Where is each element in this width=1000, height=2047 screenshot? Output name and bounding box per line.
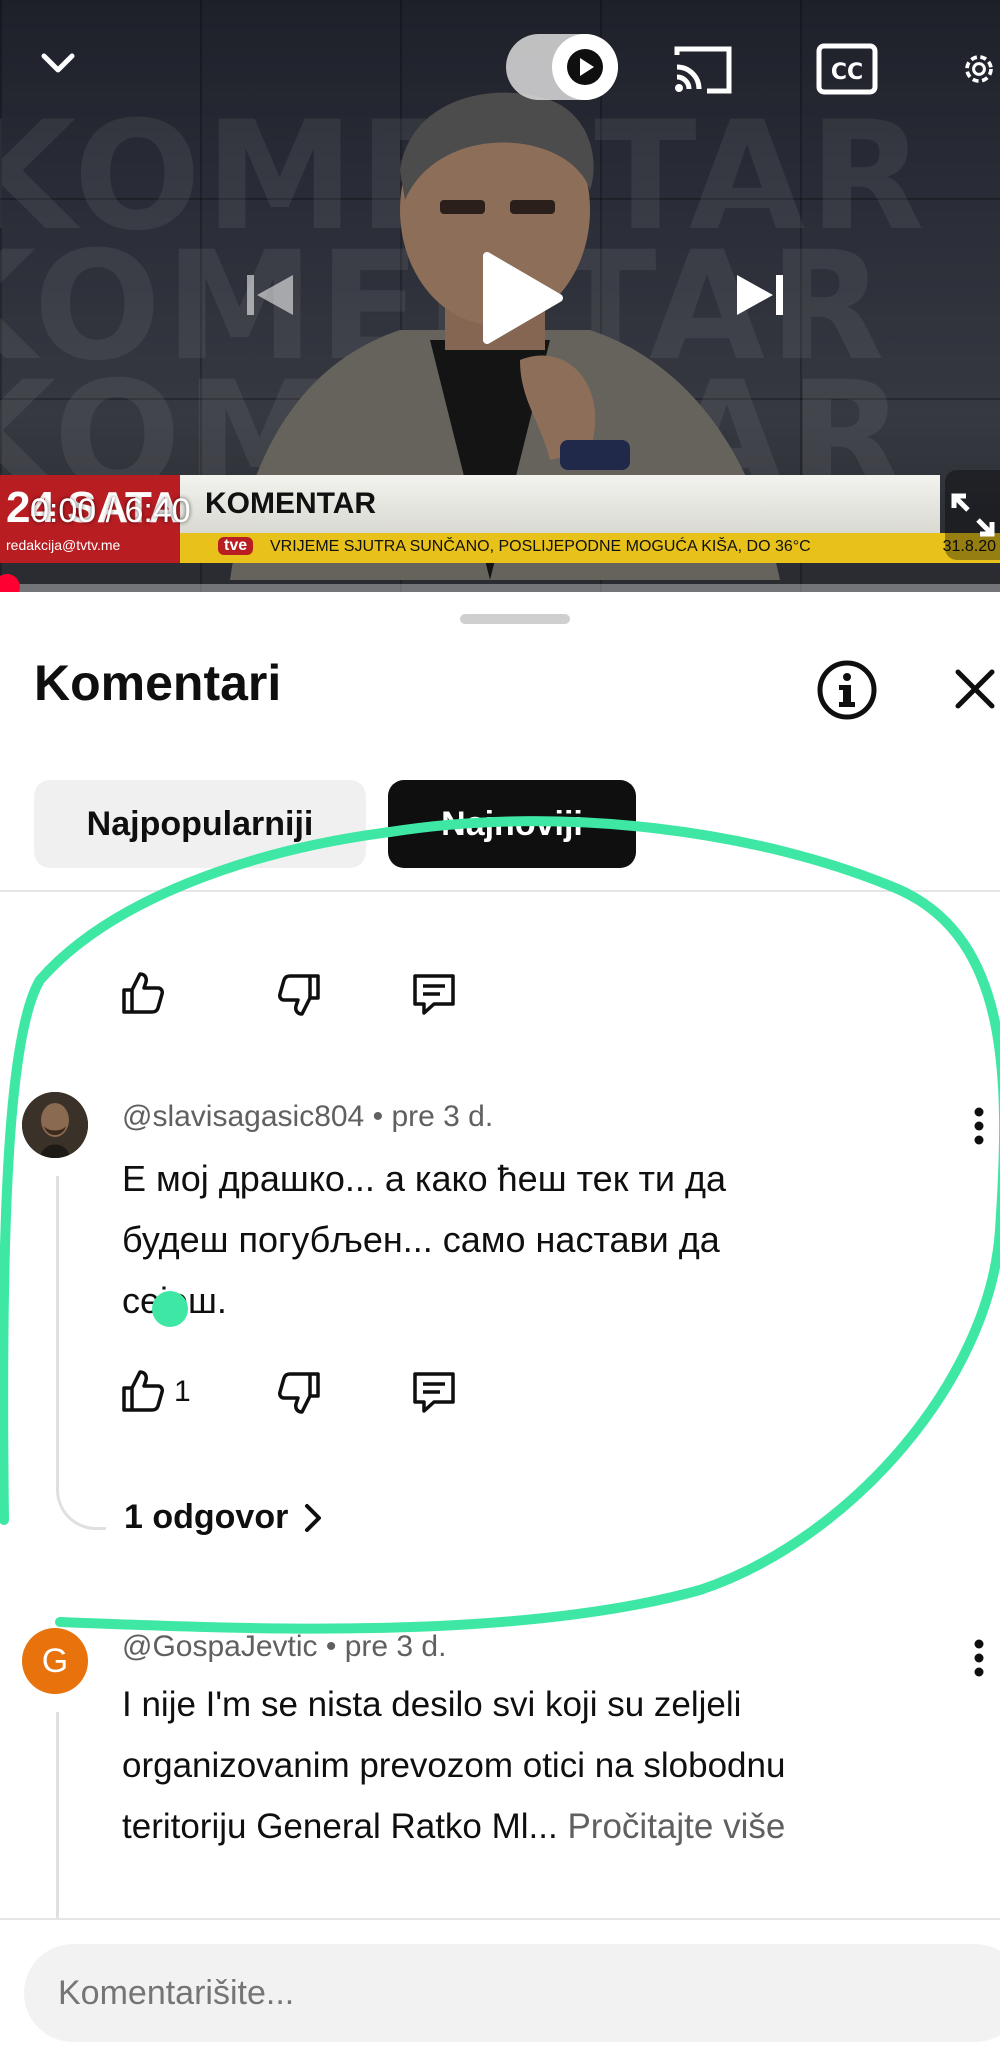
captions-button[interactable]: CC (812, 38, 882, 100)
comment-author[interactable]: @GospaJevtic (122, 1630, 318, 1663)
reply-icon (413, 974, 455, 1015)
avatar[interactable]: G (22, 1628, 88, 1694)
comment-age: pre 3 d. (391, 1100, 494, 1133)
settings-button[interactable] (944, 34, 1000, 104)
reply-icon (413, 1372, 455, 1413)
view-replies-button[interactable]: 1 odgovor (124, 1498, 324, 1537)
avatar[interactable] (22, 1092, 88, 1158)
thread-line (56, 1176, 106, 1530)
read-more-link[interactable]: Pročitajte više (567, 1807, 785, 1846)
thumbs-up-icon (122, 1370, 164, 1412)
previous-icon (247, 275, 293, 315)
drag-handle[interactable] (460, 614, 570, 624)
svg-text:CC: CC (831, 60, 863, 85)
more-vert-icon (974, 1639, 984, 1677)
dislike-button[interactable] (276, 970, 324, 1018)
play-icon (483, 252, 563, 344)
thumbs-down-icon (278, 974, 320, 1016)
channel-email: redakcija@tvtv.me (6, 537, 121, 553)
info-button[interactable] (815, 658, 879, 722)
next-button[interactable] (720, 255, 800, 335)
autoplay-play-icon (567, 49, 603, 85)
like-button[interactable]: 1 (118, 1368, 191, 1416)
cast-icon (674, 46, 732, 94)
comment-author[interactable]: @slavisagasic804 (122, 1100, 364, 1133)
divider (0, 890, 1000, 892)
like-count: 1 (174, 1375, 191, 1408)
close-icon (955, 669, 995, 709)
cast-button[interactable] (668, 36, 738, 102)
avatar-photo (22, 1092, 88, 1158)
info-icon (817, 660, 877, 720)
sort-chip-newest[interactable]: Najnoviji (388, 780, 636, 868)
reply-button[interactable] (410, 970, 458, 1018)
thumbs-down-icon (278, 1372, 320, 1414)
ticker-logo: tve (218, 537, 254, 555)
panel-title: Komentari (34, 655, 282, 711)
cc-icon: CC (816, 43, 878, 95)
video-player[interactable]: KOMENTAR KOMENTAR KOMENTAR (0, 0, 1000, 592)
comment-text: I nije I'm se nista desilo svi koji su z… (122, 1685, 786, 1846)
thumbs-up-icon (122, 972, 164, 1014)
chevron-down-icon (41, 53, 75, 73)
ticker-text: VRIJEME SJUTRA SUNČANO, POSLIJEPODNE MOG… (270, 538, 811, 555)
reply-button[interactable] (410, 1368, 458, 1416)
comment-text: Е мој драшко... а како ћеш тек ти да буд… (122, 1158, 727, 1321)
dislike-button[interactable] (276, 1368, 324, 1416)
comment-composer-bar (0, 1918, 1000, 2047)
comment-meta: @GospaJevtic • pre 3 d. (122, 1630, 447, 1663)
progress-bar[interactable] (0, 584, 1000, 592)
next-icon (737, 275, 783, 315)
fullscreen-icon (951, 493, 995, 537)
fullscreen-button[interactable] (945, 470, 1000, 560)
comment-menu-button[interactable] (964, 1634, 994, 1684)
more-vert-icon (974, 1107, 984, 1145)
autoplay-toggle[interactable] (506, 34, 618, 100)
thread-line (56, 1712, 59, 1932)
chevron-right-icon (305, 1503, 322, 1532)
close-button[interactable] (950, 664, 1000, 720)
previous-button[interactable] (230, 255, 310, 335)
sort-chip-popular[interactable]: Najpopularniji (34, 780, 366, 868)
gear-icon (965, 55, 993, 83)
like-button[interactable] (118, 970, 166, 1018)
time-display: 0:00 / 6:40 (30, 492, 191, 530)
comment-age: pre 3 d. (344, 1630, 447, 1663)
comments-panel: Komentari Najpopularniji Najnoviji @slav… (0, 592, 1000, 2047)
play-button[interactable] (450, 228, 590, 368)
comment-input[interactable] (24, 1944, 1000, 2042)
broadcast-title: KOMENTAR (205, 487, 377, 520)
comment-menu-button[interactable] (964, 1102, 994, 1152)
minimize-button[interactable] (28, 34, 88, 94)
comment-meta: @slavisagasic804 • pre 3 d. (122, 1100, 494, 1133)
